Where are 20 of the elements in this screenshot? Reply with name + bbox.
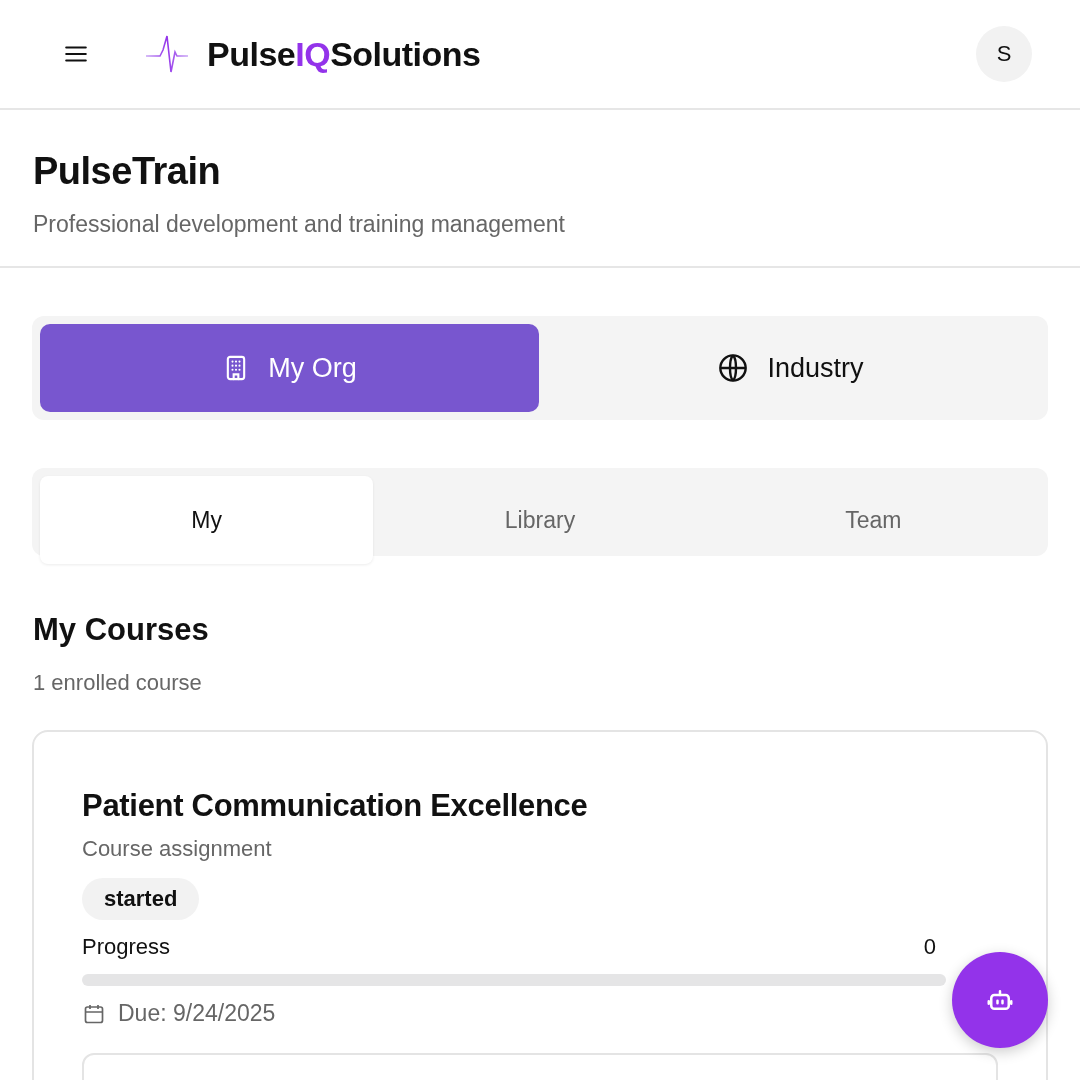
course-count: 1 enrolled course bbox=[33, 670, 203, 696]
course-title: Patient Communication Excellence bbox=[82, 788, 589, 824]
status-badge: started bbox=[82, 878, 200, 920]
page-subtitle: Professional development and training management bbox=[33, 211, 566, 238]
page-title: PulseTrain bbox=[33, 150, 222, 193]
globe-icon bbox=[717, 352, 750, 384]
tab[interactable]: Team bbox=[706, 476, 1040, 564]
course-type: Course assignment bbox=[82, 836, 273, 862]
progress-value: 0 bbox=[923, 934, 936, 960]
pulse-logo-icon bbox=[145, 34, 189, 74]
section-title: My Courses bbox=[33, 612, 210, 648]
scope-tab[interactable]: Industry bbox=[541, 324, 1040, 412]
brand-name: PulseIQSolutions bbox=[207, 34, 481, 74]
user-avatar[interactable]: S bbox=[976, 26, 1032, 82]
tab[interactable]: My bbox=[40, 476, 374, 564]
progress-label: Progress bbox=[82, 934, 171, 960]
tab[interactable]: Library bbox=[373, 476, 707, 564]
due-date: Due: 9/24/2025 bbox=[118, 1000, 276, 1027]
assistant-button[interactable] bbox=[952, 952, 1048, 1048]
scope-tab[interactable]: My Org bbox=[40, 324, 539, 412]
